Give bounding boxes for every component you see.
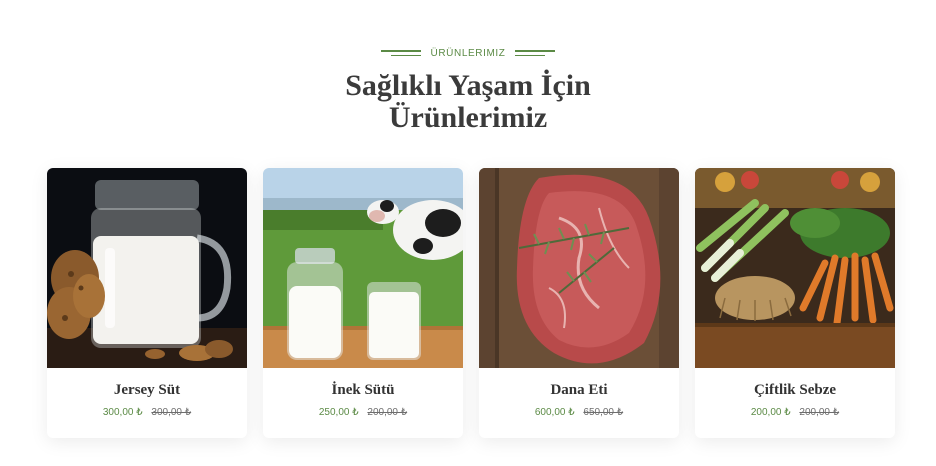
product-card[interactable]: Dana Eti 600,00 ₺ 650,00 ₺ [479,168,679,438]
current-price: 600,00 ₺ [534,407,575,418]
product-name[interactable]: Çiftlik Sebze [695,382,895,399]
product-price: 300,00 ₺ 300,00 ₺ [47,407,247,418]
section-title: Sağlıklı Yaşam İçin Ürünlerimiz [0,70,936,134]
section-eyebrow: ÜRÜNLERIMIZ [0,44,936,62]
current-price: 250,00 ₺ [318,407,359,418]
old-price: 300,00 ₺ [151,407,192,418]
eyebrow-label: ÜRÜNLERIMIZ [430,47,506,59]
old-price: 650,00 ₺ [583,407,624,418]
product-card[interactable]: Jersey Süt 300,00 ₺ 300,00 ₺ [47,168,247,438]
product-image-cow-milk[interactable] [263,168,463,368]
old-price: 200,00 ₺ [367,407,408,418]
section-title-line1: Sağlıklı Yaşam İçin [345,69,591,102]
old-price: 200,00 ₺ [799,407,840,418]
eyebrow-lines-right [515,50,556,56]
product-name[interactable]: Dana Eti [479,382,679,399]
section-title-line2: Ürünlerimiz [388,101,548,134]
current-price: 200,00 ₺ [750,407,791,418]
product-grid: Jersey Süt 300,00 ₺ 300,00 ₺ İnek Sütü 2… [47,168,895,438]
product-name[interactable]: Jersey Süt [47,382,247,399]
section-header: ÜRÜNLERIMIZ Sağlıklı Yaşam İçin Ürünleri… [0,44,936,134]
eyebrow-lines-left [380,50,421,56]
product-image-raw-beef[interactable] [479,168,679,368]
product-card[interactable]: İnek Sütü 250,00 ₺ 200,00 ₺ [263,168,463,438]
product-price: 200,00 ₺ 200,00 ₺ [695,407,895,418]
product-price: 250,00 ₺ 200,00 ₺ [263,407,463,418]
product-image-vegetables[interactable] [695,168,895,368]
product-card[interactable]: Çiftlik Sebze 200,00 ₺ 200,00 ₺ [695,168,895,438]
product-image-milk-jar[interactable] [47,168,247,368]
product-price: 600,00 ₺ 650,00 ₺ [479,407,679,418]
product-name[interactable]: İnek Sütü [263,382,463,399]
current-price: 300,00 ₺ [102,407,143,418]
